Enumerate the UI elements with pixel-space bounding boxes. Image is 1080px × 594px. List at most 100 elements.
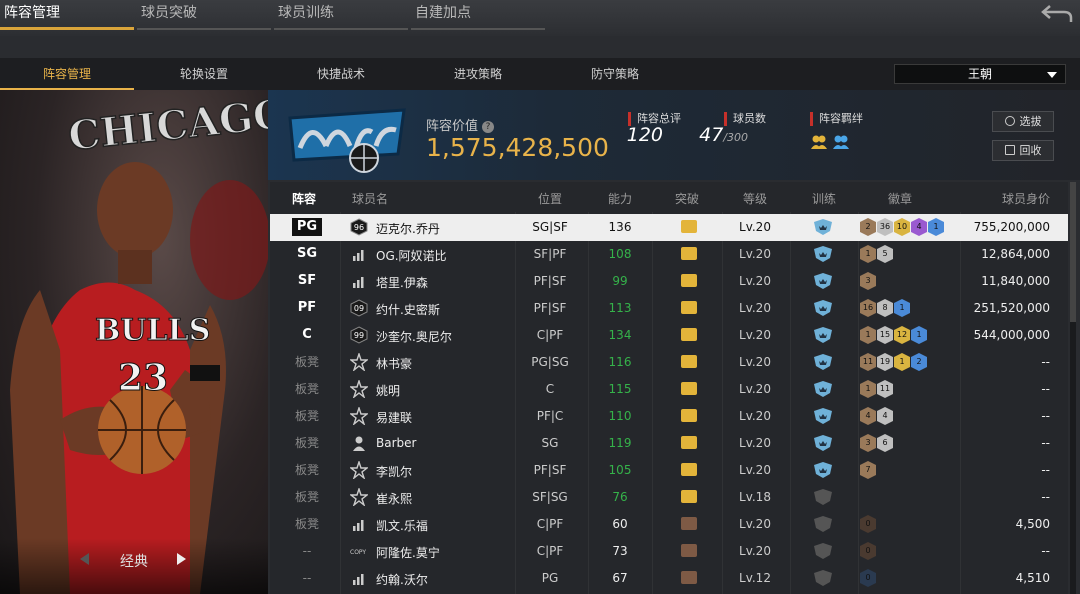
scrollbar-thumb[interactable] (1070, 182, 1076, 322)
crown-icon[interactable] (681, 355, 697, 368)
table-row[interactable]: SG OG.阿奴诺比 SF|PF 108 Lv.20 1 5 12,864,000 (270, 241, 1068, 268)
table-row[interactable]: 板凳 凯文.乐福 C|PF 60 Lv.20 0 4,500 (270, 511, 1068, 538)
tab-player-breakthrough[interactable]: 球员突破 (137, 0, 271, 30)
training-shield-icon[interactable] (812, 569, 834, 587)
training-shield-icon[interactable] (812, 353, 834, 371)
recall-button[interactable]: 回收 (992, 140, 1054, 161)
training-shield-icon[interactable] (812, 272, 834, 290)
row-slot: PG (292, 218, 322, 236)
next-arrow-icon[interactable] (177, 553, 186, 565)
row-badges[interactable]: 2 36 10 4 1 (860, 218, 944, 236)
scrollbar[interactable] (1070, 182, 1076, 594)
tab-custom-points[interactable]: 自建加点 (411, 0, 545, 30)
row-badges[interactable]: 15 (860, 245, 893, 263)
bond-blue-icon[interactable] (832, 132, 850, 150)
row-value: 251,520,000 (973, 301, 1050, 315)
row-slot: C (302, 327, 312, 342)
row-ability: 60 (612, 517, 628, 531)
crown-icon[interactable] (681, 274, 697, 287)
row-badges[interactable]: 0 (860, 569, 876, 587)
table-row[interactable]: 板凳 易建联 PF|C 110 Lv.20 4 4 -- (270, 403, 1068, 430)
crown-icon[interactable] (681, 247, 697, 260)
table-row[interactable]: 板凳 崔永熙 SF|SG 76 Lv.18 -- (270, 484, 1068, 511)
row-badges[interactable]: 1 11 (860, 380, 893, 398)
row-level: Lv.20 (739, 409, 771, 423)
training-shield-icon[interactable] (812, 380, 834, 398)
subtab-defense[interactable]: 防守策略 (548, 58, 682, 90)
training-shield-icon[interactable] (812, 488, 834, 506)
row-badges[interactable]: 1 15 12 1 (860, 326, 927, 344)
breakthrough-level-icon[interactable] (681, 544, 697, 557)
crown-icon[interactable] (681, 382, 697, 395)
badge-hexagon-icon: 1 (894, 353, 910, 371)
tab-player-training[interactable]: 球员训练 (274, 0, 408, 30)
row-player-name: 约翰.沃尔 (376, 573, 428, 587)
training-shield-icon[interactable] (812, 218, 834, 236)
row-slot: 板凳 (294, 463, 319, 477)
row-badges[interactable]: 7 (860, 461, 876, 479)
table-row[interactable]: 板凳 李凯尔 PF|SF 105 Lv.20 7 -- (270, 457, 1068, 484)
table-row[interactable]: 板凳 林书豪 PG|SG 116 Lv.20 11 19 1 2 -- (270, 349, 1068, 376)
crown-icon[interactable] (681, 490, 697, 503)
row-badges[interactable]: 0 (860, 515, 876, 533)
training-shield-icon[interactable] (812, 515, 834, 533)
training-shield-icon[interactable] (812, 245, 834, 263)
crown-icon[interactable] (681, 463, 697, 476)
tab-lineup-management[interactable]: 阵容管理 (0, 0, 134, 30)
training-shield-icon[interactable] (812, 326, 834, 344)
table-row[interactable]: -- 约翰.沃尔 PG 67 Lv.12 0 4,510 (270, 565, 1068, 592)
row-ability: 136 (608, 220, 632, 234)
help-icon[interactable]: ? (482, 121, 495, 133)
bond-gold-icon[interactable] (810, 132, 828, 150)
crown-icon[interactable] (681, 409, 697, 422)
crown-icon[interactable] (681, 220, 697, 233)
training-shield-icon[interactable] (812, 461, 834, 479)
row-badges[interactable]: 11 19 1 2 (860, 353, 927, 371)
table-row[interactable]: SF 塔里.伊森 PF|SF 99 Lv.20 3 11,840,000 (270, 268, 1068, 295)
breakthrough-level-icon[interactable] (681, 517, 697, 530)
bond-icons[interactable] (810, 132, 863, 150)
player-card-panel[interactable]: CHICAGO BULLS BULLS 23 (0, 90, 268, 594)
team-select[interactable]: 王朝 (894, 64, 1066, 84)
row-badges[interactable]: 0 (860, 542, 876, 560)
subtab-quick-tactics[interactable]: 快捷战术 (274, 58, 408, 90)
header-value: 球员身价 (1002, 192, 1051, 206)
crown-icon[interactable] (681, 301, 697, 314)
subtab-rotation[interactable]: 轮换设置 (137, 58, 271, 90)
table-row[interactable]: -- COPY 阿隆佐.莫宁 C|PF 73 Lv.20 0 -- (270, 538, 1068, 565)
back-icon[interactable] (1040, 2, 1074, 24)
table-header: 阵容 球员名 位置 能力 突破 等级 训练 徽章 球员身价 (270, 182, 1068, 212)
row-level: Lv.20 (739, 544, 771, 558)
crown-icon[interactable] (681, 436, 697, 449)
subtab-lineup[interactable]: 阵容管理 (0, 58, 134, 90)
row-ability: 119 (608, 436, 632, 450)
table-row[interactable]: C 99 沙奎尔.奥尼尔 C|PF 134 Lv.20 1 15 12 1 544,000,000 (270, 322, 1068, 349)
draft-button[interactable]: 选拔 (992, 111, 1054, 132)
row-badges[interactable]: 44 (860, 407, 893, 425)
prev-arrow-icon[interactable] (80, 553, 89, 565)
badge-hexagon-icon: 8 (877, 299, 893, 317)
breakthrough-level-icon[interactable] (681, 571, 697, 584)
subtab-offense[interactable]: 进攻策略 (411, 58, 545, 90)
row-value: -- (1041, 436, 1050, 450)
table-row[interactable]: 板凳 姚明 C 115 Lv.20 1 11 -- (270, 376, 1068, 403)
table-row[interactable]: 板凳 Barber SG 119 Lv.20 3 6 -- (270, 430, 1068, 457)
table-row[interactable]: PF 09 约什.史密斯 PF|SF 113 Lv.20 16 8 1 251,520,000 (270, 295, 1068, 322)
row-value: 755,200,000 (973, 220, 1050, 234)
row-slot: 板凳 (294, 490, 319, 504)
training-shield-icon[interactable] (812, 407, 834, 425)
badge-hexagon-icon: 1 (928, 218, 944, 236)
lineup-value-label: 阵容价值? (426, 115, 495, 134)
row-badges[interactable]: 36 (860, 434, 893, 452)
recycle-icon (1004, 145, 1015, 155)
crown-icon[interactable] (681, 328, 697, 341)
badge-hexagon-icon: 0 (860, 515, 876, 533)
row-badges[interactable]: 16 8 1 (860, 299, 910, 317)
training-shield-icon[interactable] (812, 299, 834, 317)
row-badges[interactable]: 3 (860, 272, 876, 290)
training-shield-icon[interactable] (812, 542, 834, 560)
row-player-name: Barber (376, 436, 417, 450)
training-shield-icon[interactable] (812, 434, 834, 452)
table-row[interactable]: PG 96 迈克尔.乔丹 SG|SF 136 Lv.20 2 36 10 4 1 755,200,00… (270, 214, 1068, 241)
tab-label: 球员训练 (278, 5, 334, 21)
